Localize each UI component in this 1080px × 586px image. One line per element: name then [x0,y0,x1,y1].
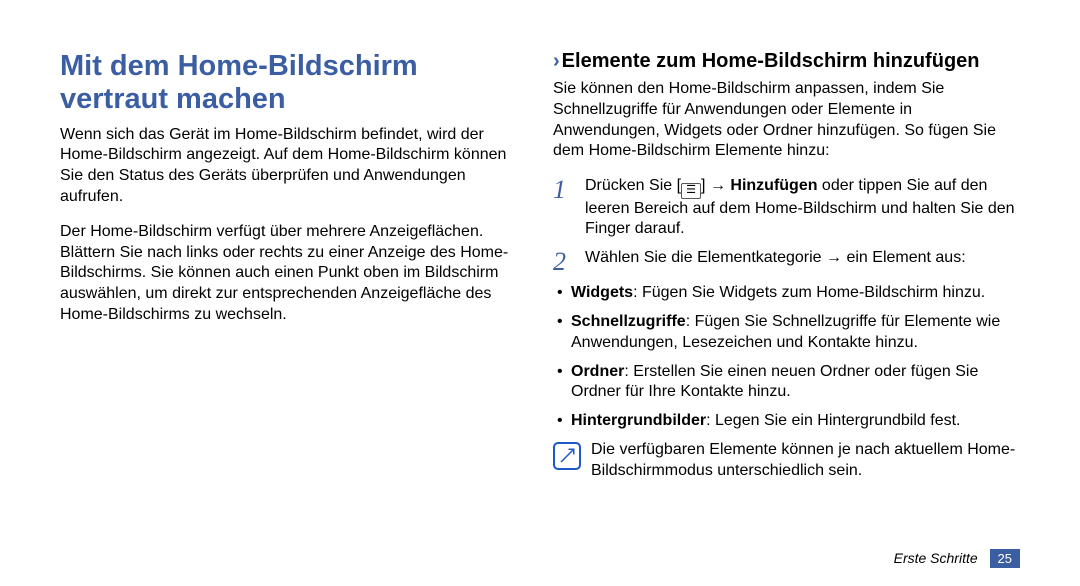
bullet-wallpapers-label: Hintergrundbilder [571,412,706,429]
bullet-list: Widgets: Fügen Sie Widgets zum Home-Bild… [553,283,1020,432]
bullet-folders-label: Ordner [571,363,624,380]
bullet-widgets-label: Widgets [571,284,633,301]
steps-list: 1 Drücken Sie [☰] → Hinzufügen oder tipp… [553,176,1020,275]
menu-icon: ☰ [681,183,701,199]
step-2-text: Wählen Sie die Elementkategorie → ein El… [585,248,1020,275]
page-footer: Erste Schritte 25 [894,549,1020,568]
document-page: Mit dem Home-Bildschirm vertraut machen … [0,0,1080,586]
step-1: 1 Drücken Sie [☰] → Hinzufügen oder tipp… [553,176,1020,240]
intro-paragraph: Sie können den Home-Bildschirm anpassen,… [553,79,1020,162]
step-number: 1 [553,176,575,240]
bullet-folders-text: : Erstellen Sie einen neuen Ordner oder … [571,363,978,401]
bullet-shortcuts: Schnellzugriffe: Fügen Sie Schnellzugrif… [553,312,1020,354]
bullet-folders: Ordner: Erstellen Sie einen neuen Ordner… [553,362,1020,404]
step1-pre: Drücken Sie [ [585,177,681,194]
footer-label: Erste Schritte [894,550,978,566]
bullet-wallpapers: Hintergrundbilder: Legen Sie ein Hinterg… [553,411,1020,432]
bullet-widgets-text: : Fügen Sie Widgets zum Home-Bildschirm … [633,284,985,301]
step-number: 2 [553,248,575,275]
step-1-text: Drücken Sie [☰] → Hinzufügen oder tippen… [585,176,1020,240]
main-heading: Mit dem Home-Bildschirm vertraut machen [60,50,527,117]
right-column: ›Elemente zum Home-Bildschirm hinzufügen… [553,50,1020,586]
section-heading-text: Elemente zum Home-Bildschirm hinzufügen [562,50,980,72]
chevron-right-icon: › [553,50,560,72]
bullet-shortcuts-label: Schnellzugriffe [571,313,686,330]
note-block: Die verfügbaren Elemente können je nach … [553,440,1020,482]
step-2: 2 Wählen Sie die Elementkategorie → ein … [553,248,1020,275]
left-column: Mit dem Home-Bildschirm vertraut machen … [60,50,527,586]
bullet-widgets: Widgets: Fügen Sie Widgets zum Home-Bild… [553,283,1020,304]
step1-arrow: ] → [701,177,730,194]
note-text: Die verfügbaren Elemente können je nach … [591,440,1020,482]
page-number: 25 [990,549,1020,568]
bullet-wallpapers-text: : Legen Sie ein Hintergrundbild fest. [706,412,960,429]
step1-bold: Hinzufügen [730,177,817,194]
section-heading: ›Elemente zum Home-Bildschirm hinzufügen [553,50,1020,73]
note-icon [553,442,581,470]
left-paragraph-1: Wenn sich das Gerät im Home-Bildschirm b… [60,125,527,208]
left-paragraph-2: Der Home-Bildschirm verfügt über mehrere… [60,222,527,326]
